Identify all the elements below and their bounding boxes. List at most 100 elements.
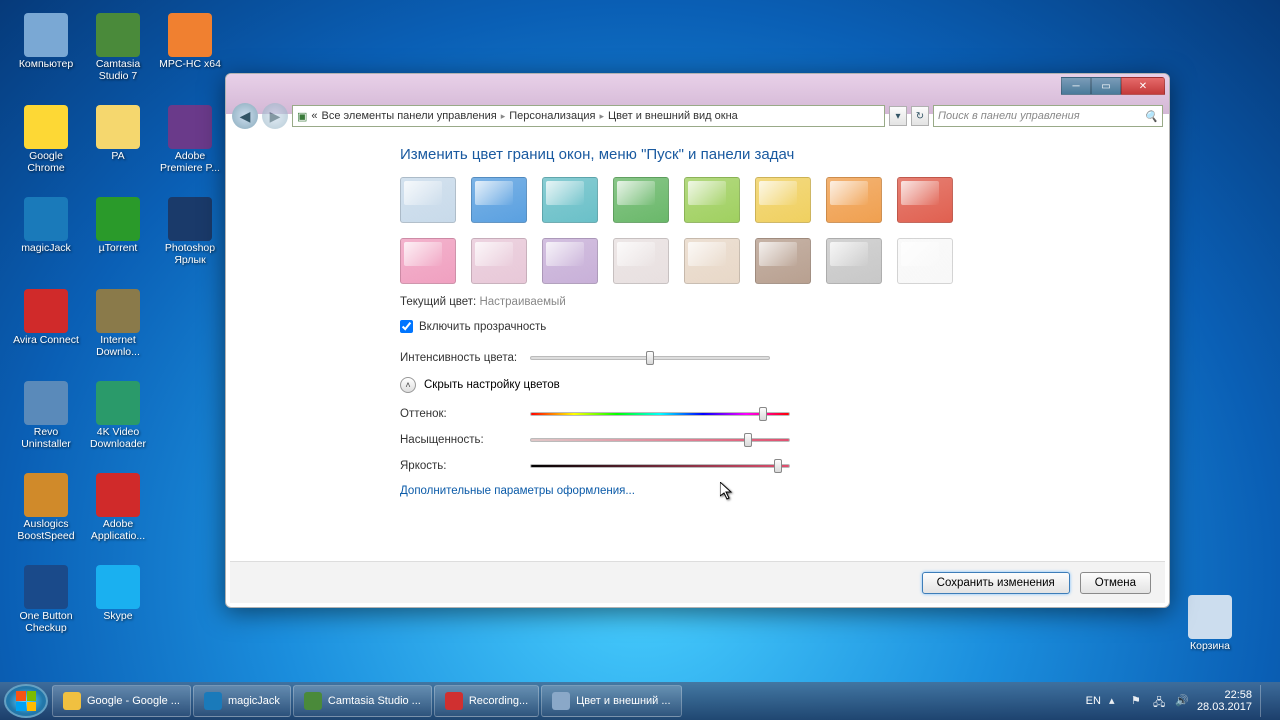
app-icon	[168, 197, 212, 241]
color-swatch[interactable]	[613, 177, 669, 223]
current-color-value: Настраиваемый	[479, 296, 565, 308]
app-icon	[445, 692, 463, 710]
desktop-icon[interactable]: Google Chrome	[13, 105, 79, 174]
forward-button[interactable]: ▶	[262, 103, 288, 129]
app-icon	[96, 289, 140, 333]
close-button[interactable]: ✕	[1121, 77, 1165, 95]
desktop-icon[interactable]: Adobe Premiere P...	[157, 105, 223, 174]
transparency-checkbox-row[interactable]: Включить прозрачность	[400, 320, 1145, 333]
taskbar-item[interactable]: magicJack	[193, 685, 291, 717]
desktop-icon[interactable]: Camtasia Studio 7	[85, 13, 151, 82]
desktop-icon[interactable]: Adobe Applicatio...	[85, 473, 151, 542]
search-placeholder: Поиск в панели управления	[938, 110, 1080, 122]
clock[interactable]: 22:58 28.03.2017	[1197, 689, 1252, 713]
desktop-icon[interactable]: Revo Uninstaller	[13, 381, 79, 450]
taskbar-item[interactable]: Google - Google ...	[52, 685, 191, 717]
app-icon	[96, 565, 140, 609]
color-swatches	[400, 177, 1000, 284]
flag-icon[interactable]: ⚑	[1131, 694, 1145, 708]
color-swatch[interactable]	[542, 177, 598, 223]
desktop-icon[interactable]: Photoshop Ярлык	[157, 197, 223, 266]
brightness-slider[interactable]	[530, 459, 790, 473]
color-swatch[interactable]	[400, 177, 456, 223]
color-swatch[interactable]	[755, 238, 811, 284]
saturation-slider[interactable]	[530, 433, 790, 447]
show-desktop-button[interactable]	[1260, 685, 1268, 717]
desktop-icon[interactable]: Корзина	[1177, 595, 1243, 653]
app-icon	[168, 13, 212, 57]
color-swatch[interactable]	[471, 238, 527, 284]
app-icon	[96, 381, 140, 425]
color-swatch[interactable]	[400, 238, 456, 284]
maximize-button[interactable]: ▭	[1091, 77, 1121, 95]
taskbar-item[interactable]: Цвет и внешний ...	[541, 685, 681, 717]
color-swatch[interactable]	[684, 177, 740, 223]
titlebar[interactable]: ─ ▭ ✕	[226, 74, 1169, 100]
toggle-color-settings[interactable]: ˄ Скрыть настройку цветов	[400, 377, 1145, 393]
transparency-label: Включить прозрачность	[419, 321, 546, 333]
color-swatch[interactable]	[542, 238, 598, 284]
lang-indicator[interactable]: EN	[1086, 695, 1101, 707]
app-icon	[63, 692, 81, 710]
app-icon	[24, 289, 68, 333]
color-swatch[interactable]	[826, 238, 882, 284]
desktop-icon[interactable]: One Button Checkup	[13, 565, 79, 634]
transparency-checkbox[interactable]	[400, 320, 413, 333]
app-icon	[204, 692, 222, 710]
cancel-button[interactable]: Отмена	[1080, 572, 1151, 594]
save-button[interactable]: Сохранить изменения	[922, 572, 1070, 594]
color-swatch[interactable]	[755, 177, 811, 223]
intensity-slider[interactable]	[530, 351, 770, 365]
app-icon	[1188, 595, 1232, 639]
network-icon[interactable]: 🖧	[1153, 694, 1167, 708]
refresh-button[interactable]: ↻	[911, 106, 929, 126]
history-dropdown[interactable]: ▾	[889, 106, 907, 126]
crumb-root[interactable]: «	[311, 110, 317, 122]
address-bar[interactable]: ▣ « Все элементы панели управления ▸ Пер…	[292, 105, 885, 127]
windows-logo-icon	[16, 691, 36, 711]
chevron-up-icon: ˄	[400, 377, 416, 393]
hue-label: Оттенок:	[400, 408, 530, 420]
color-swatch[interactable]	[471, 177, 527, 223]
navbar: ◀ ▶ ▣ « Все элементы панели управления ▸…	[226, 100, 1169, 132]
desktop-icon[interactable]: Avira Connect	[13, 289, 79, 347]
volume-icon[interactable]: 🔊	[1175, 694, 1189, 708]
brightness-label: Яркость:	[400, 460, 530, 472]
desktop-icon[interactable]: MPC-HC x64	[157, 13, 223, 71]
search-input[interactable]: Поиск в панели управления 🔍	[933, 105, 1163, 127]
app-icon	[24, 197, 68, 241]
control-panel-icon: ▣	[297, 110, 307, 123]
taskbar-item[interactable]: Recording...	[434, 685, 539, 717]
minimize-button[interactable]: ─	[1061, 77, 1091, 95]
color-swatch[interactable]	[826, 177, 882, 223]
app-icon	[96, 197, 140, 241]
taskbar-item[interactable]: Camtasia Studio ...	[293, 685, 432, 717]
advanced-appearance-link[interactable]: Дополнительные параметры оформления...	[400, 485, 1145, 497]
color-swatch[interactable]	[897, 238, 953, 284]
desktop-icon[interactable]: magicJack	[13, 197, 79, 255]
hue-slider[interactable]	[530, 407, 790, 421]
back-button[interactable]: ◀	[232, 103, 258, 129]
app-icon	[552, 692, 570, 710]
desktop-icon[interactable]: PA	[85, 105, 151, 163]
tray-up-icon[interactable]: ▴	[1109, 694, 1123, 708]
crumb-allitems[interactable]: Все элементы панели управления	[322, 110, 497, 122]
color-swatch[interactable]	[613, 238, 669, 284]
app-icon	[24, 565, 68, 609]
start-button[interactable]	[4, 684, 48, 718]
desktop-icon[interactable]: 4K Video Downloader	[85, 381, 151, 450]
desktop-icon[interactable]: Auslogics BoostSpeed	[13, 473, 79, 542]
desktop-icon[interactable]: Internet Downlo...	[85, 289, 151, 358]
color-swatch[interactable]	[897, 177, 953, 223]
crumb-personalization[interactable]: Персонализация	[509, 110, 595, 122]
taskbar: Google - Google ...magicJackCamtasia Stu…	[0, 682, 1280, 720]
color-swatch[interactable]	[684, 238, 740, 284]
crumb-colorappearance[interactable]: Цвет и внешний вид окна	[608, 110, 738, 122]
chevron-right-icon: ▸	[501, 111, 506, 122]
intensity-label: Интенсивность цвета:	[400, 352, 530, 364]
desktop-icon[interactable]: Skype	[85, 565, 151, 623]
desktop-icon[interactable]: Компьютер	[13, 13, 79, 71]
app-icon	[96, 473, 140, 517]
desktop-icon[interactable]: µTorrent	[85, 197, 151, 255]
app-icon	[168, 105, 212, 149]
